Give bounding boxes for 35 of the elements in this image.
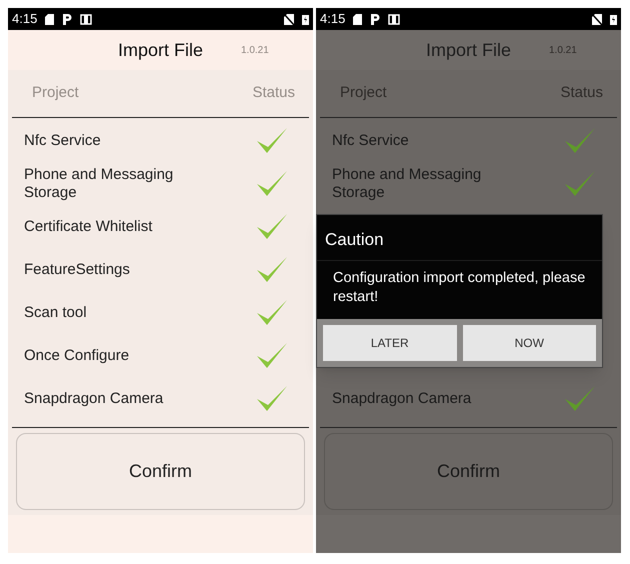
window-icon (388, 14, 400, 24)
confirm-button[interactable]: Confirm (16, 433, 305, 510)
status-column-header: Status (560, 83, 603, 104)
dialog-button[interactable]: NOW (462, 325, 596, 362)
status-time: 4:15 (12, 10, 38, 28)
status-column-header: Status (252, 83, 295, 104)
parking-icon (62, 14, 72, 24)
project-column-header: Project (32, 83, 79, 104)
sd-card-icon (353, 14, 362, 24)
battery-icon (610, 14, 617, 24)
project-name: Phone and Messaging Storage (332, 166, 482, 202)
dialog-button[interactable]: LATER (323, 325, 456, 362)
project-name: Nfc Service (332, 132, 410, 150)
battery-icon (302, 14, 309, 24)
no-sim-icon (284, 14, 294, 24)
status-time: 4:15 (320, 10, 346, 28)
parking-icon (370, 14, 380, 24)
dialog-title: Caution (317, 214, 602, 262)
project-name: Snapdragon Camera (332, 390, 472, 408)
project-column-header: Project (340, 83, 387, 104)
project-name: Nfc Service (24, 132, 102, 150)
version-label: 1.0.21 (241, 44, 269, 58)
no-sim-icon (592, 14, 602, 24)
sd-card-icon (45, 14, 54, 24)
dialog-message: Configuration import completed, please restart! (332, 269, 586, 308)
version-label: 1.0.21 (549, 44, 577, 58)
project-name: Once Configure (24, 346, 130, 364)
screen-title: Import File (118, 38, 204, 62)
project-name: Snapdragon Camera (24, 390, 164, 408)
project-name: FeatureSettings (24, 260, 131, 278)
window-icon (80, 14, 92, 24)
project-name: Certificate Whitelist (24, 218, 154, 236)
project-name: Phone and Messaging Storage (24, 166, 174, 202)
project-name: Scan tool (24, 304, 88, 322)
screen-title: Import File (426, 38, 512, 62)
